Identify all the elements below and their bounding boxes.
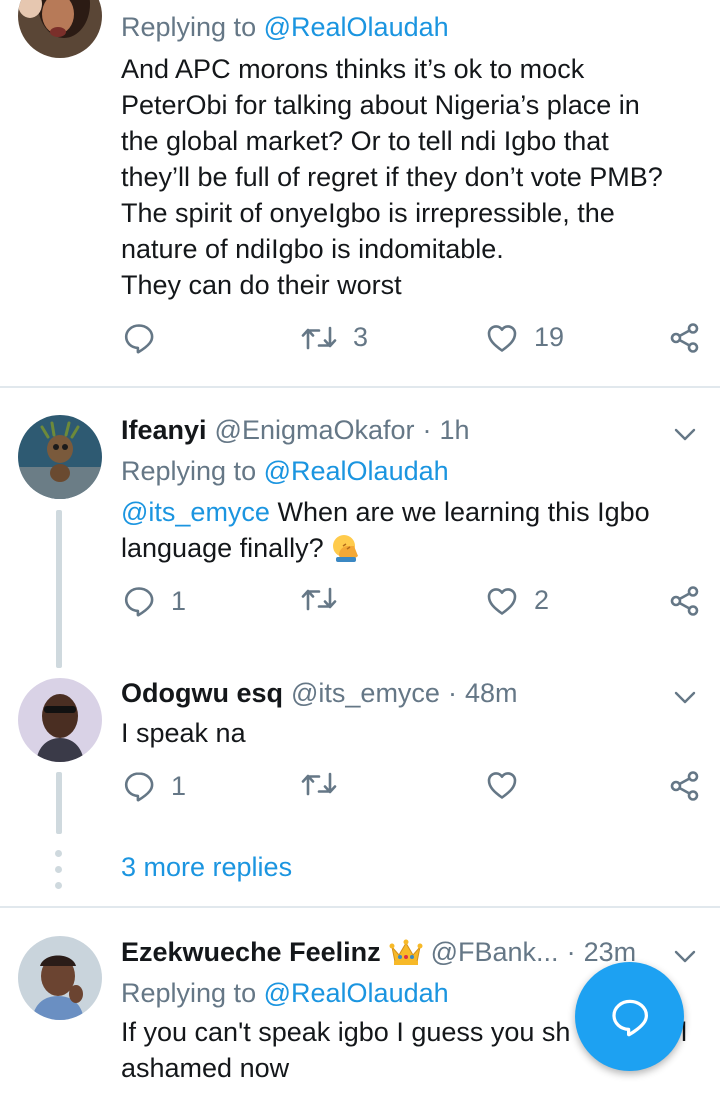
reply-button[interactable]: 1 (123, 585, 186, 617)
heart-icon (486, 770, 518, 800)
reply-count: 1 (171, 585, 187, 616)
share-icon (669, 585, 701, 617)
compose-reply-icon (611, 999, 648, 1036)
replying-to: Replying to @RealOlaudah (121, 978, 449, 1008)
like-button[interactable]: 19 (486, 322, 564, 353)
heart-icon (486, 586, 518, 616)
share-icon (669, 322, 701, 354)
replying-to-mention[interactable]: @RealOlaudah (264, 456, 449, 486)
compose-reply-button[interactable] (575, 962, 684, 1071)
reply-icon (123, 770, 155, 802)
separator-dot: · (566, 937, 576, 967)
share-button[interactable] (669, 322, 701, 354)
tweet-text-line: PeterObi for talking about Nigeria’s pla… (121, 90, 640, 120)
tweet-text-line: They can do their worst (121, 270, 402, 300)
avatar[interactable] (18, 678, 102, 762)
avatar[interactable] (18, 415, 102, 499)
replying-to: Replying to @RealOlaudah (121, 456, 449, 486)
like-button[interactable] (486, 770, 534, 800)
timestamp[interactable]: 1h (440, 415, 470, 446)
thread-line (56, 772, 62, 834)
retweet-button[interactable] (301, 585, 353, 613)
more-replies-link[interactable]: 3 more replies (121, 852, 292, 883)
like-count: 2 (534, 585, 550, 615)
tweet-text-line: they’ll be full of regret if they don’t … (121, 162, 663, 192)
user-handle[interactable]: @FBank... (431, 937, 559, 968)
chevron-down-icon[interactable] (672, 943, 698, 969)
tweet-header: Ifeanyi @EnigmaOkafor · 1h (121, 415, 470, 446)
facepalm-emoji-icon (333, 535, 359, 562)
tweet-3[interactable]: Odogwu esq @its_emyce · 48m I speak na 1… (0, 670, 720, 906)
tweet-text: I speak na (121, 718, 246, 748)
share-button[interactable] (669, 770, 701, 802)
display-name[interactable]: Ezekwueche Feelinz (121, 937, 381, 968)
avatar[interactable] (18, 0, 102, 58)
tweet-header: Ezekwueche Feelinz @FBank... · 23m (121, 937, 636, 968)
chevron-down-icon[interactable] (672, 684, 698, 710)
retweet-icon (301, 324, 337, 352)
chevron-down-icon[interactable] (672, 421, 698, 447)
display-name[interactable]: Odogwu esq (121, 678, 283, 709)
replying-to: Replying to @RealOlaudah (121, 12, 449, 42)
mention-link[interactable]: @its_emyce (121, 497, 270, 527)
tweet-header: Odogwu esq @its_emyce · 48m (121, 678, 517, 709)
tweet-text: @its_emyce When are we learning this Igb… (121, 497, 650, 563)
reply-icon (123, 585, 155, 617)
heart-icon (486, 323, 518, 353)
tweet-text-line: And APC morons thinks it’s ok to mock (121, 54, 585, 84)
share-icon (669, 770, 701, 802)
reply-button[interactable] (123, 322, 171, 354)
separator-dot: · (447, 678, 457, 708)
reply-count: 1 (171, 770, 187, 801)
user-handle[interactable]: @its_emyce (291, 678, 440, 709)
avatar[interactable] (18, 936, 102, 1020)
timestamp[interactable]: 48m (465, 678, 518, 709)
tweet-actions: 1 2 (121, 585, 701, 625)
tweet-text: And APC morons thinks it’s ok to mock Pe… (121, 51, 701, 303)
separator-dot: · (422, 415, 432, 445)
tweet-text-line: The spirit of onyeIgbo is irrepressible,… (121, 198, 615, 228)
thread-ellipsis (55, 850, 63, 898)
tweet-text-line: the global market? Or to tell ndi Igbo t… (121, 126, 609, 156)
tweet-actions: 3 19 (121, 322, 701, 362)
user-handle[interactable]: @EnigmaOkafor (215, 415, 415, 446)
tweet-text-line: nature of ndiIgbo is indomitable. (121, 234, 504, 264)
reply-icon (123, 322, 155, 354)
share-button[interactable] (669, 585, 701, 617)
display-name[interactable]: Ifeanyi (121, 415, 207, 446)
tweet-2[interactable]: Ifeanyi @EnigmaOkafor · 1h Replying to @… (0, 388, 720, 670)
retweet-icon (301, 770, 337, 798)
crown-emoji-icon (389, 939, 423, 965)
retweet-button[interactable]: 3 (301, 322, 368, 353)
reply-button[interactable]: 1 (123, 770, 186, 802)
tweet-1[interactable]: Replying to @RealOlaudah And APC morons … (0, 0, 720, 388)
replying-to-mention[interactable]: @RealOlaudah (264, 12, 449, 42)
like-button[interactable]: 2 (486, 585, 549, 616)
like-count: 19 (534, 322, 565, 352)
retweet-button[interactable] (301, 770, 353, 798)
thread-line (56, 510, 62, 668)
retweet-icon (301, 585, 337, 613)
retweet-count: 3 (353, 322, 369, 352)
tweet-actions: 1 (121, 770, 701, 810)
replying-to-mention[interactable]: @RealOlaudah (264, 978, 449, 1008)
